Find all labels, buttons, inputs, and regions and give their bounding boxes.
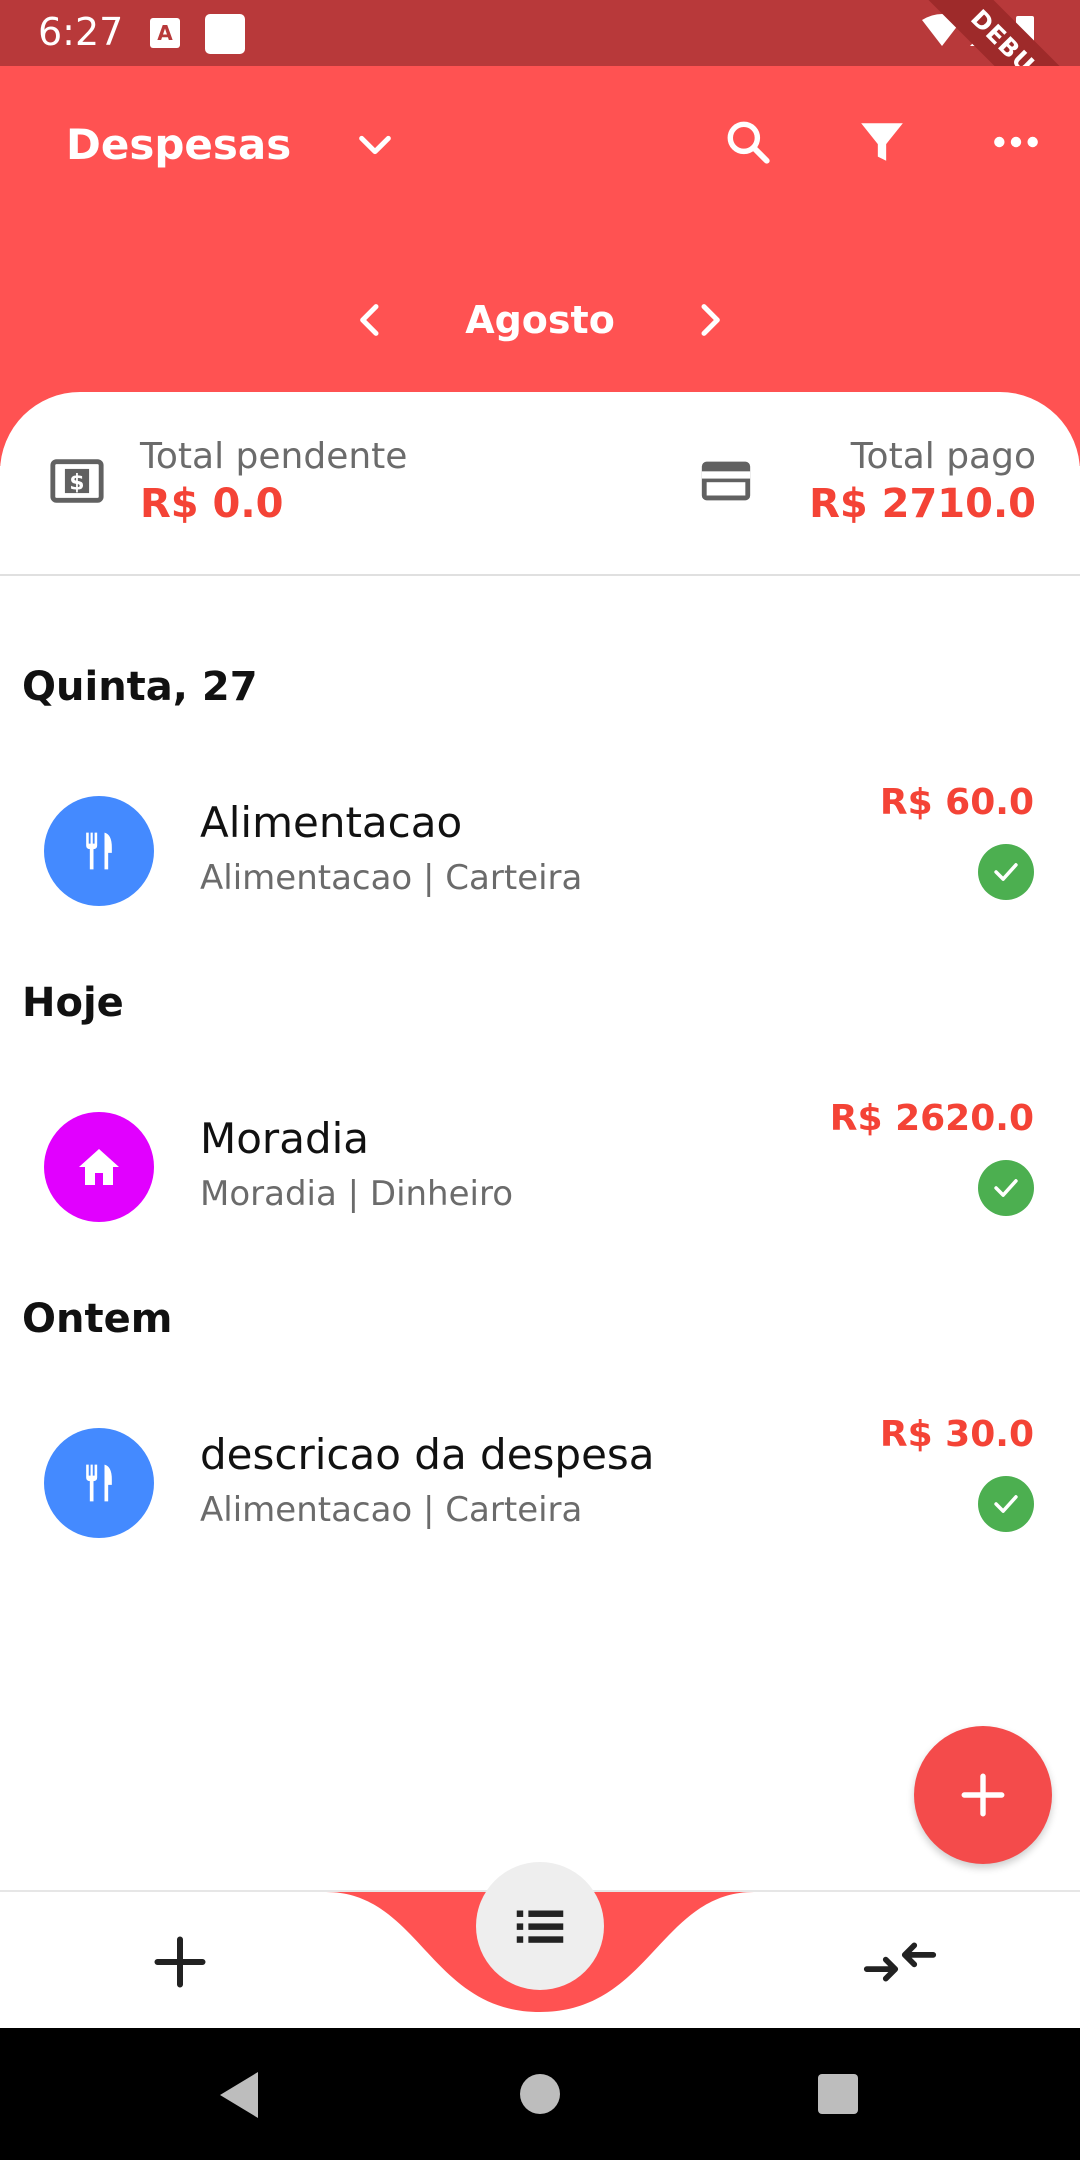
add-nav-icon[interactable] [150,1932,210,1992]
recents-icon[interactable] [818,2074,858,2114]
paid-value: R$ 2710.0 [809,481,1036,527]
account-selector[interactable]: Despesas [66,120,395,169]
pending-total: $ Total pendente R$ 0.0 [48,436,407,527]
filter-icon [861,123,903,161]
system-navigation-bar [0,2028,1080,2160]
paid-total: Total pago R$ 2710.0 [697,436,1036,527]
expense-title: Moradia [200,1114,370,1163]
search-icon [727,121,770,164]
pending-label: Total pendente [140,436,408,477]
expense-subtitle: Alimentacao | Carteira [200,858,583,898]
paid-check-icon [978,844,1034,900]
expense-subtitle: Moradia | Dinheiro [200,1174,514,1214]
home-button-icon[interactable] [520,2074,560,2114]
expense-amount: R$ 60.0 [879,782,1034,823]
plus-icon [961,1773,1005,1817]
category-avatar [44,1112,154,1222]
category-avatar [44,1428,154,1538]
paid-check-icon [978,1476,1034,1532]
compare-arrows-icon[interactable] [862,1932,938,1992]
money-icon: $ [50,459,104,503]
expense-title: Alimentacao [200,798,463,847]
list-nav-button[interactable] [476,1862,604,1990]
pending-value: R$ 0.0 [140,481,284,527]
back-icon[interactable] [216,2070,262,2120]
expense-item[interactable]: Alimentacao Alimentacao | Carteira R$ 60… [0,782,1080,922]
search-button[interactable] [720,114,776,170]
notification-square-icon [205,14,245,54]
expense-amount: R$ 30.0 [879,1414,1034,1455]
group-header: Hoje [22,980,124,1026]
restaurant-icon [86,832,112,870]
paid-check-icon [978,1160,1034,1216]
credit-card-icon [701,461,751,501]
page-title: Despesas [66,120,292,169]
status-bar: 6:27 A DEBUG [0,0,1080,158]
expense-amount: R$ 2620.0 [829,1098,1034,1139]
expense-item[interactable]: descricao da despesa Alimentacao | Carte… [0,1414,1080,1554]
chevron-left-icon [360,304,379,336]
status-time: 6:27 [38,10,124,54]
filter-button[interactable] [854,114,910,170]
chevron-down-icon [359,135,392,154]
restaurant-icon [86,1464,112,1502]
add-expense-fab[interactable] [914,1726,1052,1864]
previous-month-button[interactable] [347,296,395,344]
month-selector: Agosto [0,296,1080,344]
category-avatar [44,796,154,906]
chevron-right-icon [701,304,720,336]
app-bar-actions [720,114,1044,170]
notification-a-icon: A [150,18,180,48]
bottom-navigation [0,1862,1080,2028]
more-horizontal-icon [994,136,1038,148]
group-header: Ontem [22,1296,173,1342]
more-button[interactable] [988,114,1044,170]
expense-item[interactable]: Moradia Moradia | Dinheiro R$ 2620.0 [0,1098,1080,1238]
summary-card: $ Total pendente R$ 0.0 Total pago R$ 27… [0,392,1080,576]
list-icon [516,1910,564,1943]
expense-subtitle: Alimentacao | Carteira [200,1490,583,1530]
next-month-button[interactable] [685,296,733,344]
current-month: Agosto [465,298,615,342]
svg-text:$: $ [69,470,84,495]
expense-title: descricao da despesa [200,1430,655,1479]
home-icon [79,1149,119,1185]
group-header: Quinta, 27 [22,664,258,710]
paid-label: Total pago [850,436,1036,477]
